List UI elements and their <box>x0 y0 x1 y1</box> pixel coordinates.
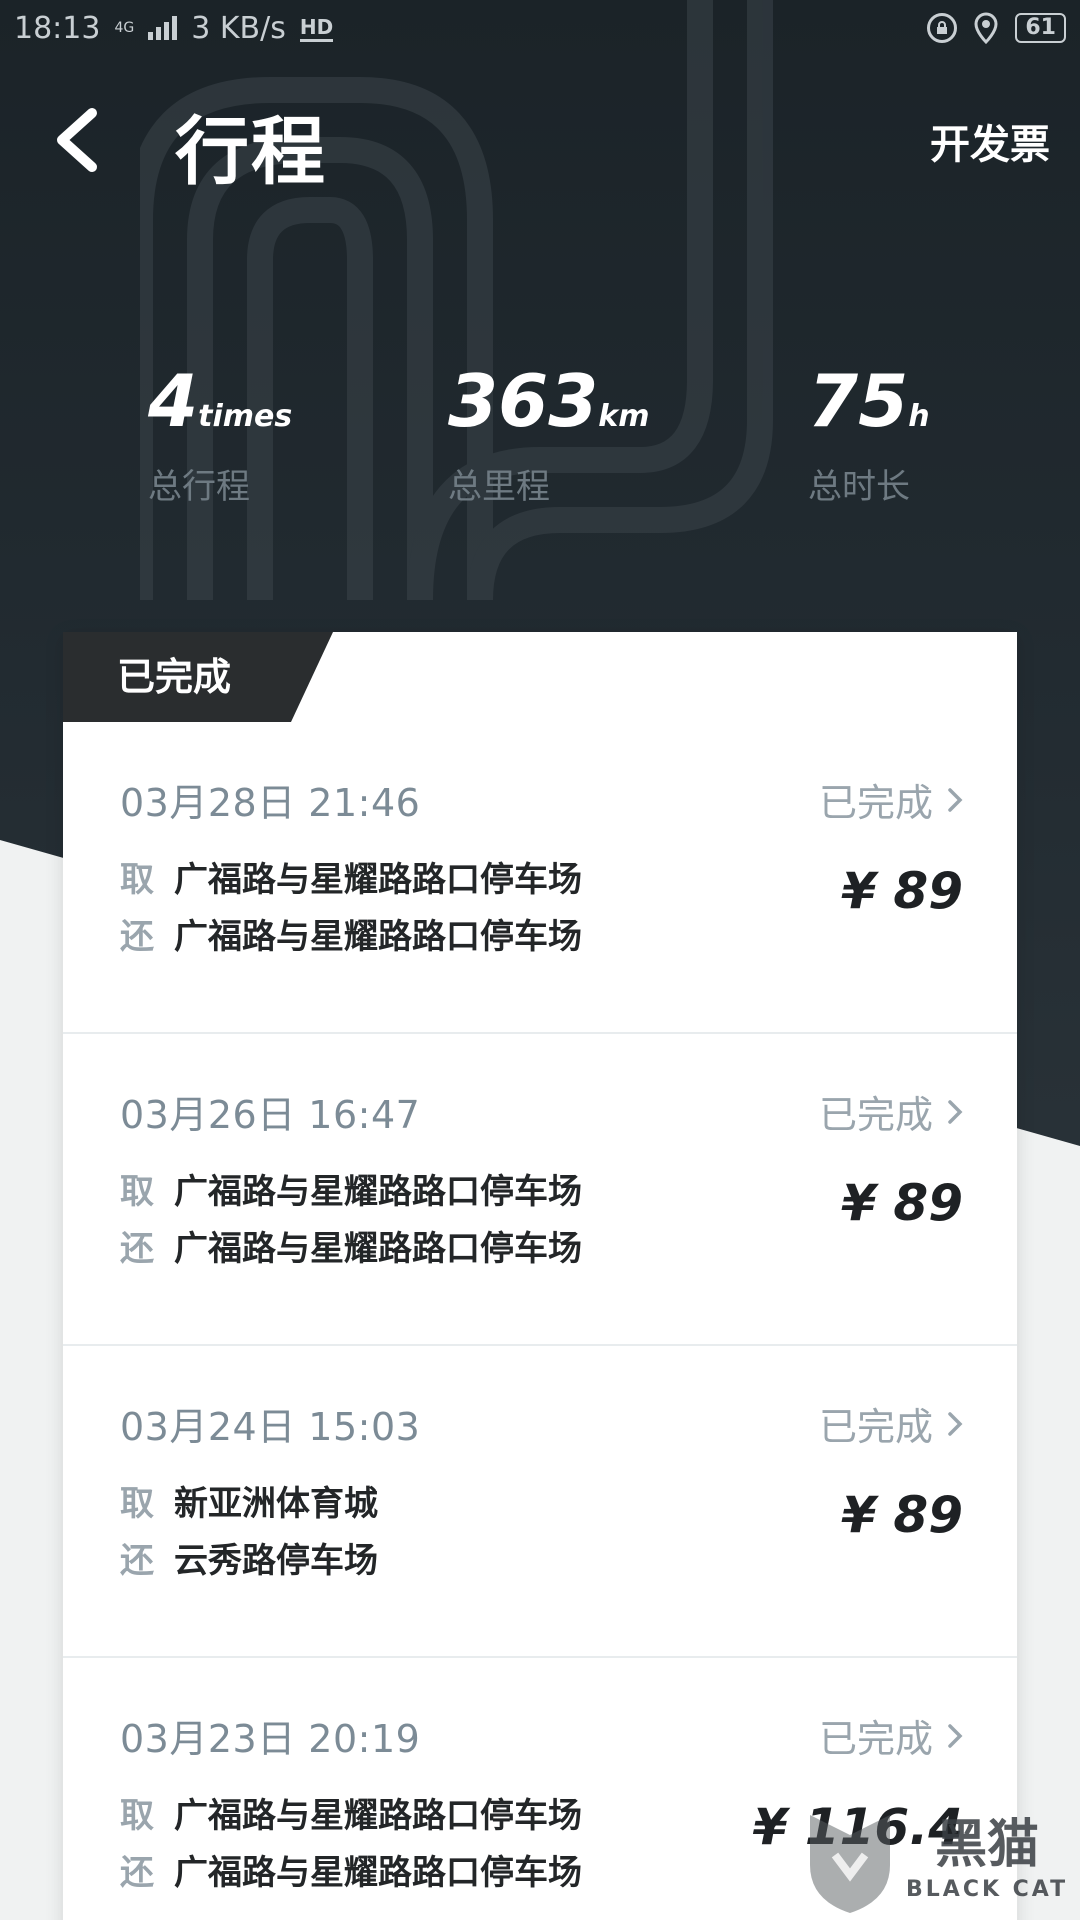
pickup-row: 取 广福路与星耀路路口停车场 <box>120 852 582 901</box>
pickup-tag: 取 <box>120 1484 154 1524</box>
return-row: 还 广福路与星耀路路口停车场 <box>120 909 582 958</box>
trip-item[interactable]: 03月26日 16:47 已完成 取 广福路与星耀路路口停车场 还 广福路与星耀… <box>63 1034 1017 1346</box>
chevron-right-icon <box>948 1099 963 1124</box>
trip-price: ¥ 89 <box>841 862 963 920</box>
watermark: 黑猫 BLACK CAT <box>800 1800 1080 1920</box>
invoice-button[interactable]: 开发票 <box>930 112 1050 170</box>
stat-unit: h <box>908 399 930 434</box>
lock-rotation-icon <box>927 13 958 43</box>
trip-date: 03月23日 20:19 <box>120 1717 421 1761</box>
return-tag: 还 <box>120 917 154 957</box>
chevron-right-icon <box>948 1411 963 1436</box>
return-location: 广福路与星耀路路口停车场 <box>174 1229 582 1269</box>
network-label: 4G <box>114 20 135 36</box>
battery-icon: 61 <box>1015 13 1066 43</box>
pickup-location: 广福路与星耀路路口停车场 <box>174 1172 582 1212</box>
watermark-text: 黑猫 BLACK CAT <box>906 1819 1068 1902</box>
pickup-location: 新亚洲体育城 <box>174 1484 378 1524</box>
return-tag: 还 <box>120 1229 154 1269</box>
stat-total-distance: 363km 总里程 <box>448 365 650 508</box>
stat-unit: km <box>598 399 650 434</box>
trip-status-label: 已完成 <box>818 781 933 825</box>
network-speed: 3 KB/s <box>191 10 286 46</box>
chevron-right-icon <box>948 1723 963 1748</box>
stat-value: 4times <box>148 365 292 437</box>
return-tag: 还 <box>120 1853 154 1893</box>
return-row: 还 广福路与星耀路路口停车场 <box>120 1845 582 1894</box>
return-location: 广福路与星耀路路口停车场 <box>174 917 582 957</box>
trip-list-card: 已完成 03月28日 21:46 已完成 取 广福路与星耀路路口停车场 还 广福… <box>63 632 1017 1920</box>
trip-date: 03月28日 21:46 <box>120 781 421 825</box>
section-tab-completed: 已完成 <box>63 632 333 722</box>
pickup-row: 取 广福路与星耀路路口停车场 <box>120 1788 582 1837</box>
status-bar: 18:13 4G 3 KB/s HD 61 <box>0 0 1080 56</box>
pickup-tag: 取 <box>120 1796 154 1836</box>
return-location: 云秀路停车场 <box>174 1541 378 1581</box>
pickup-row: 取 新亚洲体育城 <box>120 1476 378 1525</box>
trip-status[interactable]: 已完成 <box>819 772 963 827</box>
trip-status-label: 已完成 <box>818 1405 933 1449</box>
clock: 18:13 <box>14 10 101 46</box>
stat-number: 4 <box>148 359 199 443</box>
location-icon <box>974 12 998 44</box>
pickup-location: 广福路与星耀路路口停车场 <box>174 860 582 900</box>
stat-number: 363 <box>448 359 599 443</box>
stat-label: 总时长 <box>808 467 910 507</box>
trip-status-label: 已完成 <box>818 1717 933 1761</box>
trip-date: 03月26日 16:47 <box>120 1093 421 1137</box>
trip-status[interactable]: 已完成 <box>819 1396 963 1451</box>
stat-total-duration: 75h 总时长 <box>808 365 930 508</box>
chevron-left-icon <box>57 108 97 172</box>
stat-value: 75h <box>808 365 930 437</box>
return-tag: 还 <box>120 1541 154 1581</box>
trip-item[interactable]: 03月24日 15:03 已完成 取 新亚洲体育城 还 云秀路停车场 ¥ 89 <box>63 1346 1017 1658</box>
page-title: 行程 <box>175 109 327 195</box>
black-cat-logo <box>810 1815 890 1913</box>
pickup-tag: 取 <box>120 1172 154 1212</box>
stat-label: 总行程 <box>148 467 250 507</box>
trip-status[interactable]: 已完成 <box>819 1708 963 1763</box>
hd-icon: HD <box>299 15 334 42</box>
pickup-tag: 取 <box>120 860 154 900</box>
signal-icon <box>148 16 178 40</box>
stat-value: 363km <box>448 365 650 437</box>
chevron-right-icon <box>948 787 963 812</box>
stat-label: 总里程 <box>448 467 550 507</box>
pickup-location: 广福路与星耀路路口停车场 <box>174 1796 582 1836</box>
return-location: 广福路与星耀路路口停车场 <box>174 1853 582 1893</box>
return-row: 还 广福路与星耀路路口停车场 <box>120 1221 582 1270</box>
trip-item[interactable]: 03月28日 21:46 已完成 取 广福路与星耀路路口停车场 还 广福路与星耀… <box>63 722 1017 1034</box>
trip-date: 03月24日 15:03 <box>120 1405 421 1449</box>
return-row: 还 云秀路停车场 <box>120 1533 378 1582</box>
back-button[interactable] <box>50 100 120 180</box>
pickup-row: 取 广福路与星耀路路口停车场 <box>120 1164 582 1213</box>
watermark-cn: 黑猫 <box>935 1814 1040 1875</box>
trip-status[interactable]: 已完成 <box>819 1084 963 1139</box>
trip-price: ¥ 89 <box>841 1486 963 1544</box>
trip-price: ¥ 89 <box>841 1174 963 1232</box>
stat-unit: times <box>198 399 293 434</box>
stat-number: 75 <box>808 359 909 443</box>
trip-status-label: 已完成 <box>818 1093 933 1137</box>
stat-total-trips: 4times 总行程 <box>148 365 292 508</box>
watermark-en: BLACK CAT <box>906 1876 1069 1902</box>
network-type: 4G <box>114 21 134 35</box>
